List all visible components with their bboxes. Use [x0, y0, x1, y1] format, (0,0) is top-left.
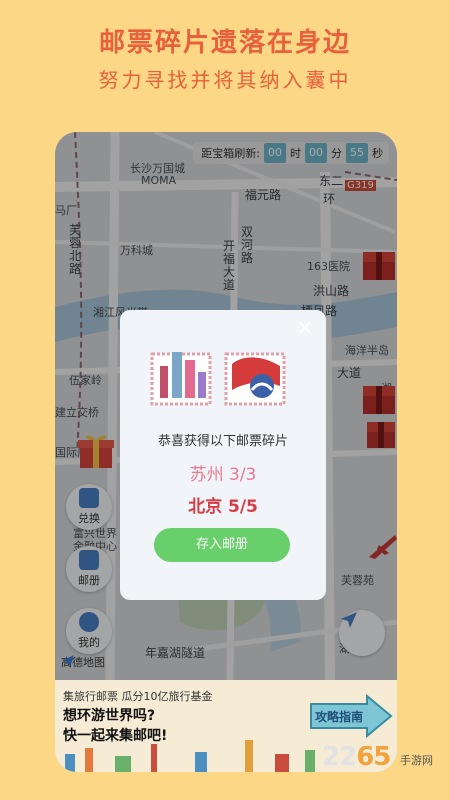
suzhou-stamp-icon	[150, 352, 212, 406]
fragment-suzhou: 苏州 3/3	[189, 465, 257, 485]
beijing-stamp-icon	[224, 352, 286, 406]
banner-question: 想环游世界吗?	[63, 708, 156, 724]
guide-label: 攻略指南	[315, 709, 363, 724]
congrats-text: 恭喜获得以下邮票碎片	[157, 434, 288, 449]
close-icon[interactable]: ×	[294, 316, 316, 338]
fragment-reward-dialog: × 恭喜获得以下邮票碎片 苏州 3/3 北京 5/5 存入邮册	[120, 310, 326, 600]
watermark-logo: 2265	[322, 742, 391, 772]
subheadline: 努力寻找并将其纳入囊中	[98, 68, 352, 92]
banner-tagline: 集旅行邮票 瓜分10亿旅行基金	[63, 690, 213, 703]
save-to-album-button[interactable]: 存入邮册	[154, 528, 290, 562]
fragment-beijing: 北京 5/5	[188, 497, 258, 517]
watermark-brand-a: 22	[322, 742, 357, 772]
phone-screen: 长沙万国城 MOMA 福元路 东二 环 G319 马厂 芙蓉北路 万科城 双河路…	[55, 132, 397, 772]
headline: 邮票碎片遗落在身边	[98, 28, 351, 58]
watermark-site: 手游网	[400, 754, 433, 767]
guide-button[interactable]: 攻略指南	[309, 694, 393, 738]
watermark-brand-b: 65	[356, 742, 391, 772]
